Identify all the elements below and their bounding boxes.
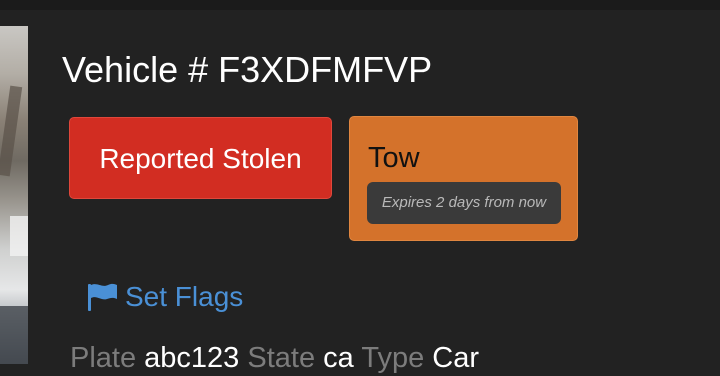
flag-icon: [86, 282, 120, 312]
top-bar: [0, 0, 720, 10]
photo-detail: [0, 306, 28, 364]
photo-detail: [10, 216, 28, 256]
type-value: Car: [432, 342, 480, 374]
state-label: State: [247, 342, 316, 374]
photo-detail: [0, 85, 23, 177]
tow-expiry-badge: Expires 2 days from now: [367, 182, 561, 224]
tow-label: Tow: [368, 142, 420, 174]
plate-label: Plate: [70, 342, 137, 374]
tow-badge: Tow Expires 2 days from now: [349, 116, 578, 241]
set-flags-label: Set Flags: [125, 281, 244, 312]
vehicle-details: Plate abc123 State ca Type Car: [70, 340, 479, 376]
vehicle-photo[interactable]: [0, 26, 28, 364]
set-flags-link[interactable]: Set Flags: [86, 278, 243, 316]
reported-stolen-badge: Reported Stolen: [69, 117, 332, 199]
page-title: Vehicle # F3XDFMFVP: [62, 49, 433, 90]
plate-value: abc123: [144, 342, 240, 374]
state-value: ca: [323, 342, 354, 374]
type-label: Type: [361, 342, 425, 374]
